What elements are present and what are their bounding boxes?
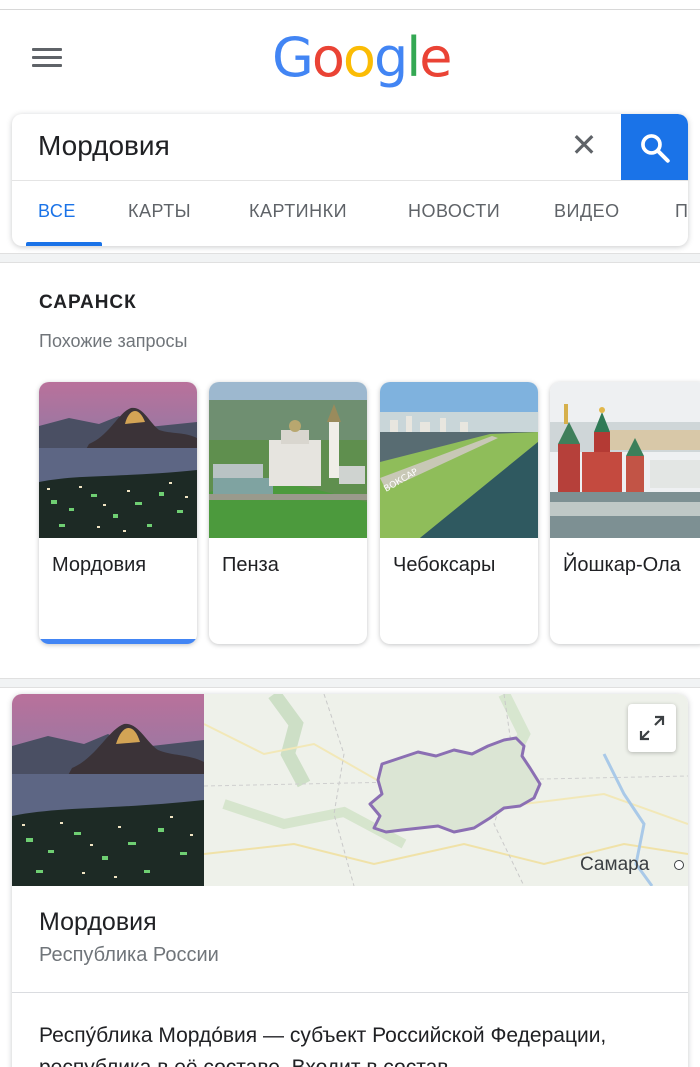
tab-maps[interactable]: КАРТЫ (128, 201, 191, 222)
knowledge-panel: Самара Мордовия Республика России Респу́… (12, 694, 688, 1067)
knowledge-panel-subtitle: Республика России (39, 944, 219, 966)
related-card-yoshkar-ola[interactable]: Йошкар-Ола (550, 382, 700, 644)
region-map[interactable]: Самара (204, 694, 688, 886)
search-input[interactable] (38, 128, 558, 164)
related-image (209, 382, 367, 538)
knowledge-panel-photo[interactable] (12, 694, 204, 886)
logo-letter: g (373, 26, 408, 89)
logo-letter: G (272, 26, 314, 89)
divider (12, 992, 688, 993)
related-label: Чебоксары (393, 554, 496, 576)
tab-images[interactable]: КАРТИНКИ (249, 201, 347, 222)
section-subheading: Похожие запросы (39, 331, 188, 351)
tab-news[interactable]: НОВОСТИ (408, 201, 500, 222)
tab-all[interactable]: ВСЕ (38, 201, 76, 222)
related-image (39, 382, 197, 538)
knowledge-panel-description: Респу́блика Мордо́вия — субъект Российск… (39, 1024, 607, 1067)
logo-letter: e (419, 26, 452, 89)
close-icon[interactable]: ✕ (568, 129, 600, 162)
menu-bar (32, 64, 62, 67)
google-logo[interactable]: Google (272, 26, 452, 89)
related-card-mordovia[interactable]: Мордовия (39, 382, 197, 644)
expand-map-button[interactable] (628, 704, 676, 752)
search-box: ✕ ВСЕ КАРТЫ КАРТИНКИ НОВОСТИ ВИДЕО П (12, 114, 688, 246)
search-tabs: ВСЕ КАРТЫ КАРТИНКИ НОВОСТИ ВИДЕО П (12, 181, 688, 246)
top-edge (0, 0, 700, 10)
tab-more[interactable]: П (675, 201, 688, 222)
menu-bar (32, 56, 62, 59)
related-label: Йошкар-Ола (563, 554, 681, 576)
search-icon (641, 134, 670, 163)
related-label: Мордовия (52, 554, 147, 576)
related-card-penza[interactable]: Пенза (209, 382, 367, 644)
expand-icon (639, 715, 665, 741)
hamburger-menu-icon[interactable] (32, 46, 64, 70)
active-card-indicator (39, 639, 197, 644)
tab-video[interactable]: ВИДЕО (554, 201, 620, 222)
related-card-cheboksary[interactable]: ВОКСАР Чебоксары (380, 382, 538, 644)
section-heading: САРАНСК (39, 292, 137, 313)
logo-letter: l (406, 26, 421, 89)
related-image (550, 382, 700, 538)
logo-letter: o (342, 26, 376, 89)
map-city-marker (674, 860, 684, 870)
logo-letter: o (311, 26, 345, 89)
map-city-label: Самара (580, 854, 650, 875)
active-tab-indicator (26, 242, 102, 246)
related-image: ВОКСАР (380, 382, 538, 538)
section-separator (0, 253, 700, 263)
related-label: Пенза (222, 554, 279, 576)
section-separator (0, 678, 700, 688)
knowledge-panel-title: Мордовия (39, 908, 157, 936)
search-button[interactable] (621, 114, 688, 180)
menu-bar (32, 48, 62, 51)
